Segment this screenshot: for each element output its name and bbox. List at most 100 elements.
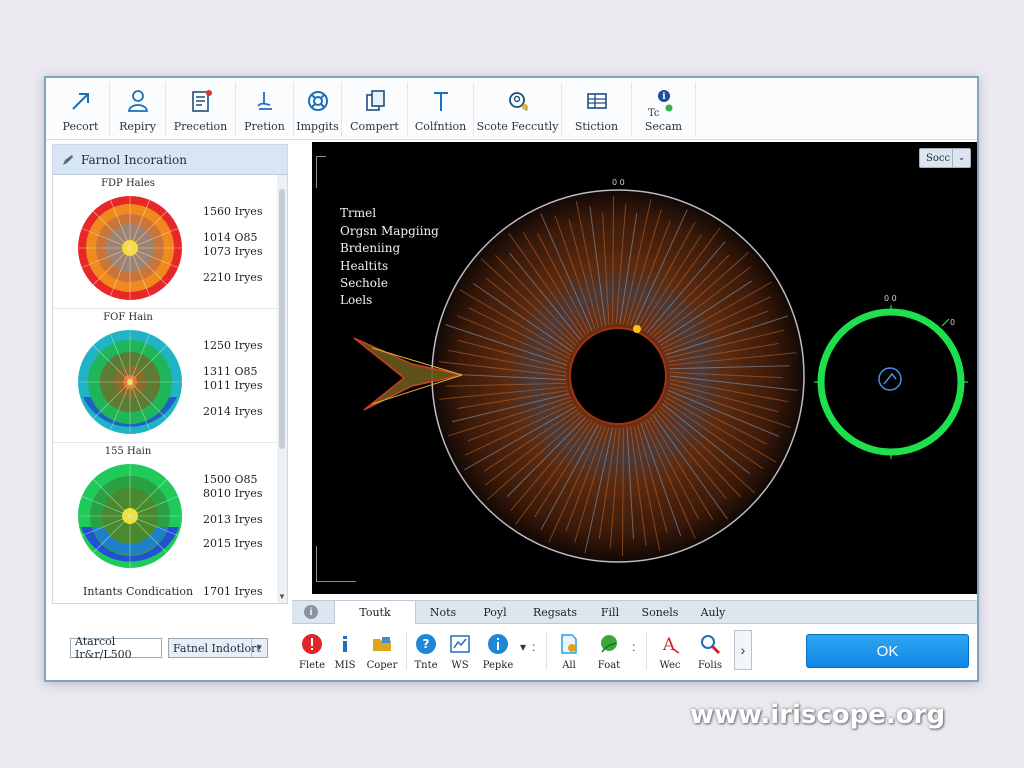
toolbar-label: Repiry [119, 120, 156, 133]
watermark-url: www.iriscope.org [690, 700, 946, 730]
secam-badge: Tc [648, 108, 660, 119]
tab-regsats[interactable]: Regsats [520, 601, 590, 623]
tab-label: Fill [600, 605, 620, 619]
item-stat: 1311 O85 [203, 365, 258, 378]
tab-bar: i Toutk Nots Poyl Regsats Fill Sonels Au… [292, 600, 977, 624]
app-window: Pecort Repiry Precetion Pretion Impgits … [44, 76, 979, 682]
item-stat: 2014 Iryes [203, 405, 263, 418]
pencil-icon [63, 154, 73, 165]
bottom-toolbar: Flete MIS Coper ? Tnte WS Pepke ▾ : All [292, 626, 792, 676]
tool-label: MIS [334, 660, 356, 671]
scroll-down-icon[interactable]: ▼ [277, 592, 287, 601]
left-panel-title: Farnol Incoration [81, 152, 187, 167]
hand-icon [256, 92, 272, 110]
toolbar-button-precetion[interactable]: Precetion [166, 82, 236, 136]
tool-all[interactable]: All [552, 626, 586, 674]
iris-thumbnail-green [78, 464, 182, 568]
left-scrollbar[interactable]: ▼ [277, 175, 287, 603]
info-icon [343, 636, 347, 652]
scrollbar-thumb[interactable] [279, 189, 285, 449]
list-item[interactable]: FOF Hain 1250 Iryes 1311 O85 1011 Iryes … [53, 309, 277, 443]
iris-viewer[interactable]: 0 0 0 0 0 Trmel Orgsn Mapgiing Brdeniing… [312, 142, 977, 594]
tab-nots[interactable]: Nots [416, 601, 470, 623]
chevron-right-icon: › [740, 642, 746, 658]
tool-wec[interactable]: A Wec [652, 626, 688, 674]
toolbar-button-compert[interactable]: Compert [342, 82, 408, 136]
tab-poyl[interactable]: Poyl [470, 601, 520, 623]
dropdown-fatnel[interactable]: Fatnel Indotlort ▾ [168, 638, 268, 658]
tool-ws[interactable]: WS [444, 626, 476, 674]
dropdown-value: Atarcol Ir&r/L500 [75, 635, 132, 661]
toolbar-button-pecort[interactable]: Pecort [52, 82, 110, 136]
toolbar-label: Compert [350, 120, 399, 133]
tab-sonels[interactable]: Sonels [630, 601, 690, 623]
marker-dot[interactable] [633, 325, 641, 333]
toolbar-button-scote-feccutly[interactable]: Scote Feccutly [474, 82, 562, 136]
iris-canvas [353, 189, 968, 563]
text-icon: A [662, 635, 680, 655]
tab-fill[interactable]: Fill [590, 601, 630, 623]
iris-thumbnail-teal [78, 330, 182, 434]
tool-folis[interactable]: Folis [692, 626, 728, 674]
toolbar-button-secam[interactable]: i Tc Secam [632, 82, 696, 136]
more-tools-button[interactable]: › [734, 630, 752, 670]
list-item[interactable]: 155 Hain 1500 O85 8010 Iryes 2013 Iryes … [53, 443, 277, 603]
item-stat: 1073 Iryes [203, 245, 263, 258]
sort-label: Socc [926, 152, 951, 164]
document-icon [191, 90, 212, 112]
center-target-icon[interactable] [878, 367, 902, 391]
legend-item: Sechole [340, 276, 388, 290]
toolbar-button-repiry[interactable]: Repiry [110, 82, 166, 136]
copy-icon [365, 90, 385, 111]
tool-label: All [562, 660, 576, 671]
tool-label: Flete [299, 660, 325, 671]
tool-coper[interactable]: Coper [362, 626, 402, 674]
main-toolbar: Pecort Repiry Precetion Pretion Impgits … [46, 78, 977, 140]
toolbar-label: Secam [644, 120, 683, 133]
tab-auly[interactable]: Auly [690, 601, 736, 623]
info-icon[interactable]: i [304, 605, 318, 619]
iris-thumbnail-red [78, 196, 182, 300]
magnifier-icon [701, 635, 721, 655]
dropdown-value: Fatnel Indotlort [173, 641, 261, 655]
separator [546, 632, 547, 670]
tool-label: Coper [366, 660, 398, 671]
toolbar-button-pretion[interactable]: Pretion [236, 82, 294, 136]
dropdown-atarcol[interactable]: Atarcol Ir&r/L500 [70, 635, 162, 661]
item-title: 155 Hain [104, 446, 152, 457]
tab-label: Toutk [359, 606, 391, 619]
toolbar-button-colfntion[interactable]: Colfntion [408, 82, 474, 136]
toolbar-button-impgits[interactable]: Impgits [294, 82, 342, 136]
toolbar-label: Pecort [62, 120, 99, 133]
svg-text:A: A [662, 635, 676, 655]
tool-flete[interactable]: Flete [296, 626, 328, 674]
frame-bracket-bottom [316, 546, 356, 582]
ring-side-label: 0 [950, 318, 956, 327]
tool-label: Wec [659, 660, 681, 671]
left-panel: Farnol Incoration FDP Hales 1560 Iryes 1… [52, 144, 288, 604]
alert-icon [302, 634, 322, 654]
tool-mis[interactable]: MIS [330, 626, 360, 674]
item-stat: 1011 Iryes [203, 379, 263, 392]
ring-ticks [814, 305, 968, 459]
pin-icon [433, 92, 448, 111]
tab-toutk[interactable]: Toutk [334, 601, 416, 624]
item-stat: 1500 O85 [203, 473, 258, 486]
list-item[interactable]: FDP Hales 1560 Iryes 1014 O85 1073 Iryes… [53, 175, 277, 309]
legend-item: Trmel [340, 206, 377, 220]
dots-separator: : [632, 640, 636, 654]
svg-text:?: ? [423, 637, 430, 651]
tool-label: WS [451, 660, 469, 671]
dropdown-arrow[interactable]: ▾ [520, 640, 526, 654]
toolbar-button-stiction[interactable]: Stiction [562, 82, 632, 136]
person-icon [127, 90, 148, 112]
table-icon [586, 93, 607, 109]
tool-foat[interactable]: Foat [592, 626, 626, 674]
ok-button[interactable]: OK [806, 634, 969, 668]
tool-pepke[interactable]: Pepke [478, 626, 518, 674]
toolbar-label: Precetion [173, 120, 228, 133]
tool-tnte[interactable]: ? Tnte [410, 626, 442, 674]
sort-dropdown[interactable]: Socc ⌄ [919, 148, 971, 168]
tool-label: Tnte [414, 660, 438, 671]
item-stat: 1560 Iryes [203, 205, 263, 218]
